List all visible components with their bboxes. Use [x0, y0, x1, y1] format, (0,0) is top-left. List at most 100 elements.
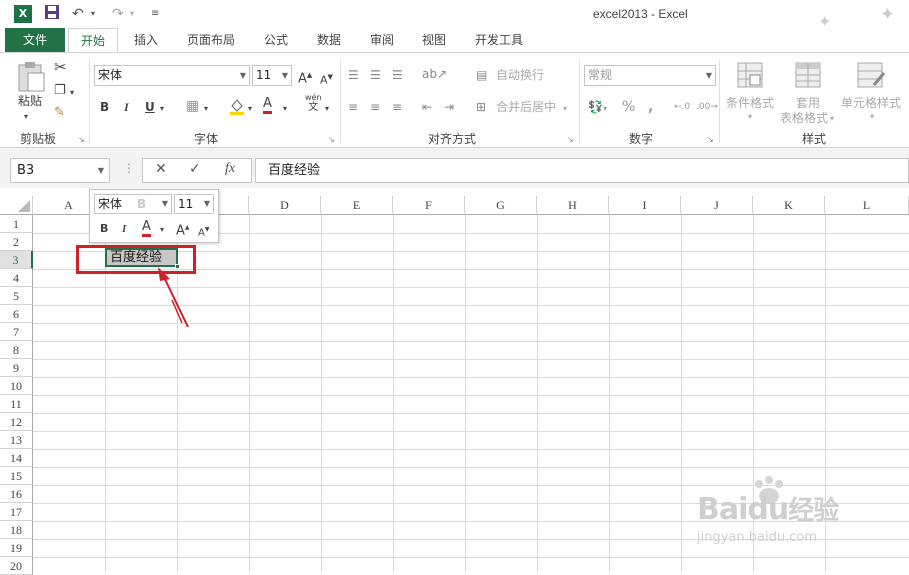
row-header-15[interactable]: 15 [0, 467, 33, 485]
undo-dropdown-icon[interactable]: ▾ [91, 4, 95, 24]
enter-button[interactable]: ✓ [189, 161, 201, 177]
align-center-icon[interactable]: ≡ [370, 99, 380, 115]
row-header-16[interactable]: 16 [0, 485, 33, 503]
row-header-13[interactable]: 13 [0, 431, 33, 449]
mini-font-color-button[interactable]: A [142, 220, 151, 237]
row-header-18[interactable]: 18 [0, 521, 33, 539]
borders-dropdown-icon[interactable]: ▾ [204, 101, 208, 117]
increase-decimal-icon[interactable]: ←.0 [674, 99, 690, 115]
column-header-i[interactable]: I [609, 196, 681, 215]
mini-font-color-dropdown-icon[interactable]: ▾ [160, 222, 164, 238]
wrap-text-icon[interactable]: ▤ [476, 67, 487, 83]
insert-function-button[interactable]: fx [225, 161, 235, 177]
fill-color-icon[interactable] [228, 97, 246, 119]
alignment-launcher-icon[interactable]: ↘ [567, 135, 574, 144]
column-header-f[interactable]: F [393, 196, 465, 215]
row-header-6[interactable]: 6 [0, 305, 33, 323]
phonetic-button[interactable]: wén 文 [305, 93, 322, 113]
font-size-combo[interactable]: 11 ▼ [252, 65, 292, 86]
format-as-table-line1[interactable]: 套用 [796, 95, 820, 111]
align-middle-icon[interactable]: ☰ [370, 67, 381, 83]
mini-italic-button[interactable]: I [122, 221, 126, 237]
tab-file[interactable]: 文件 [5, 28, 65, 53]
cell-styles-dropdown-icon[interactable]: ▾ [870, 109, 874, 125]
chevron-down-icon[interactable]: ▼ [98, 159, 104, 182]
column-header-g[interactable]: G [465, 196, 537, 215]
wrap-text-button[interactable]: 自动换行 [496, 67, 544, 83]
font-launcher-icon[interactable]: ↘ [328, 135, 335, 144]
align-bottom-icon[interactable]: ☰ [392, 67, 403, 83]
percent-style-button[interactable]: % [622, 99, 635, 115]
cancel-button[interactable]: ✕ [155, 161, 167, 177]
cut-icon[interactable]: ✂ [54, 59, 67, 75]
name-box[interactable]: B3 ▼ [10, 158, 110, 183]
phonetic-dropdown-icon[interactable]: ▾ [325, 101, 329, 117]
redo-dropdown-icon[interactable]: ▾ [130, 4, 134, 24]
row-header-7[interactable]: 7 [0, 323, 33, 341]
redo-icon[interactable]: ↷ [112, 4, 124, 24]
column-header-l[interactable]: L [825, 196, 909, 215]
format-as-table-icon[interactable] [794, 61, 822, 93]
number-format-combo[interactable]: 常规 ▼ [584, 65, 716, 86]
font-name-combo[interactable]: 宋体 ▼ [94, 65, 250, 86]
tab-review[interactable]: 审阅 [360, 28, 404, 53]
column-header-e[interactable]: E [321, 196, 393, 215]
clipboard-launcher-icon[interactable]: ↘ [78, 135, 85, 144]
conditional-dropdown-icon[interactable]: ▾ [748, 109, 752, 125]
tab-home[interactable]: 开始 [68, 28, 118, 54]
merge-center-button[interactable]: 合并后居中 [496, 99, 556, 115]
align-top-icon[interactable]: ☰ [348, 67, 359, 83]
tab-developer[interactable]: 开发工具 [466, 28, 532, 53]
undo-icon[interactable]: ↶ [72, 4, 84, 24]
copy-dropdown-icon[interactable]: ▾ [70, 85, 74, 101]
row-header-12[interactable]: 12 [0, 413, 33, 431]
increase-indent-icon[interactable]: ⇥ [444, 99, 454, 115]
row-header-20[interactable]: 20 [0, 557, 33, 575]
decrease-indent-icon[interactable]: ⇤ [422, 99, 432, 115]
font-color-dropdown-icon[interactable]: ▾ [283, 101, 287, 117]
row-header-10[interactable]: 10 [0, 377, 33, 395]
column-header-j[interactable]: J [681, 196, 753, 215]
tab-insert[interactable]: 插入 [124, 28, 168, 53]
column-header-d[interactable]: D [249, 196, 321, 215]
paste-dropdown-icon[interactable]: ▾ [24, 109, 28, 125]
tab-view[interactable]: 视图 [412, 28, 456, 53]
paste-icon[interactable] [16, 61, 46, 96]
mini-grow-font-button[interactable]: A▲ [176, 220, 190, 239]
conditional-formatting-icon[interactable] [736, 61, 764, 93]
orientation-icon[interactable]: ab↗ [422, 66, 447, 82]
customize-qat-icon[interactable]: ≡ [151, 4, 159, 24]
align-right-icon[interactable]: ≡ [392, 99, 402, 115]
row-header-2[interactable]: 2 [0, 233, 33, 251]
row-header-3[interactable]: 3 [0, 251, 33, 269]
row-header-11[interactable]: 11 [0, 395, 33, 413]
tab-formulas[interactable]: 公式 [254, 28, 298, 53]
merge-center-icon[interactable]: ⊞ [476, 99, 486, 115]
row-header-4[interactable]: 4 [0, 269, 33, 287]
row-header-1[interactable]: 1 [0, 215, 33, 233]
row-header-9[interactable]: 9 [0, 359, 33, 377]
number-launcher-icon[interactable]: ↘ [707, 135, 714, 144]
borders-icon[interactable]: ▦ [186, 98, 199, 114]
format-painter-icon[interactable]: ✎ [54, 105, 65, 121]
tab-data[interactable]: 数据 [307, 28, 351, 53]
comma-style-button[interactable]: , [648, 99, 653, 115]
column-header-k[interactable]: K [753, 196, 825, 215]
italic-button[interactable]: I [124, 99, 129, 115]
underline-button[interactable]: U [145, 99, 155, 115]
shrink-font-button[interactable]: A▼ [320, 69, 333, 89]
row-header-5[interactable]: 5 [0, 287, 33, 305]
mini-font-size-combo[interactable]: 11 ▼ [174, 194, 214, 214]
save-icon[interactable] [44, 4, 60, 24]
mini-bold-button[interactable]: B [100, 221, 108, 237]
column-header-h[interactable]: H [537, 196, 609, 215]
bold-button[interactable]: B [100, 99, 109, 115]
select-all-corner[interactable] [0, 196, 33, 215]
cell-styles-icon[interactable] [856, 61, 886, 93]
underline-dropdown-icon[interactable]: ▾ [160, 101, 164, 117]
mini-shrink-font-button[interactable]: A▼ [198, 222, 209, 241]
formula-input[interactable]: 百度经验 [255, 158, 909, 183]
row-header-19[interactable]: 19 [0, 539, 33, 557]
fill-color-dropdown-icon[interactable]: ▾ [248, 101, 252, 117]
format-as-table-button[interactable]: 表格格式 [780, 110, 828, 126]
